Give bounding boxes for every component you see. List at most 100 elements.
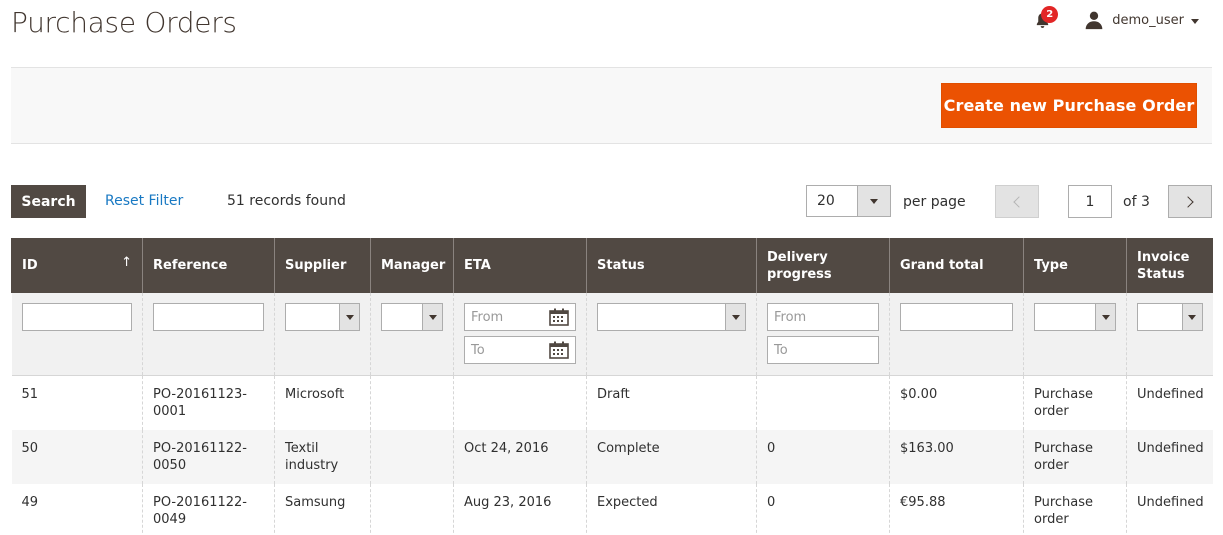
cell-grand-total: $0.00 bbox=[889, 375, 1024, 430]
cell-eta: Aug 23, 2016 bbox=[453, 483, 587, 535]
table-row[interactable]: 50 PO-20161122-0050 Textil industry Oct … bbox=[11, 429, 1213, 484]
cell-delivery-progress bbox=[756, 375, 890, 430]
cell-manager bbox=[370, 429, 454, 484]
eta-to-input[interactable]: To bbox=[464, 336, 576, 364]
user-menu[interactable]: demo_user bbox=[1084, 10, 1199, 30]
cell-grand-total: $163.00 bbox=[889, 429, 1024, 484]
cell-manager bbox=[370, 483, 454, 535]
page-title: Purchase Orders bbox=[11, 6, 237, 39]
delivery-from-input[interactable]: From bbox=[767, 303, 879, 331]
column-header-manager[interactable]: Manager bbox=[370, 238, 454, 293]
cell-invoice-status: Undefined bbox=[1126, 429, 1213, 484]
chevron-right-icon bbox=[1182, 195, 1194, 208]
cell-type: Purchase order bbox=[1023, 429, 1127, 484]
cell-eta: Oct 24, 2016 bbox=[453, 429, 587, 484]
chevron-left-icon bbox=[1013, 195, 1025, 208]
chevron-down-icon bbox=[1188, 314, 1196, 320]
table-row[interactable]: 49 PO-20161122-0049 Samsung Aug 23, 2016… bbox=[11, 483, 1213, 535]
filter-cell bbox=[586, 293, 757, 376]
grand-total-filter-input[interactable] bbox=[900, 303, 1013, 331]
column-header-type[interactable]: Type bbox=[1023, 238, 1127, 293]
sort-ascending-icon: ↑ bbox=[121, 255, 132, 270]
table-header-row: ID ↑ Reference Supplier Manager ETA Statu… bbox=[11, 238, 1213, 293]
cell-supplier: Samsung bbox=[274, 483, 371, 535]
cell-delivery-progress: 0 bbox=[756, 429, 890, 484]
column-header-id[interactable]: ID ↑ bbox=[11, 238, 143, 293]
calendar-icon[interactable] bbox=[549, 341, 569, 359]
eta-from-input[interactable]: From bbox=[464, 303, 576, 331]
previous-page-button[interactable] bbox=[995, 185, 1039, 218]
chevron-down-icon bbox=[1191, 18, 1199, 24]
filter-cell bbox=[1126, 293, 1213, 376]
invoice-status-filter-select[interactable] bbox=[1137, 303, 1203, 331]
column-header-reference[interactable]: Reference bbox=[142, 238, 275, 293]
cell-manager bbox=[370, 375, 454, 430]
column-header-invoice-status[interactable]: Invoice Status bbox=[1126, 238, 1213, 293]
reset-filter-link[interactable]: Reset Filter bbox=[105, 193, 183, 209]
filter-cell bbox=[142, 293, 275, 376]
per-page-value: 20 bbox=[817, 193, 835, 209]
column-header-status[interactable]: Status bbox=[586, 238, 757, 293]
reference-filter-input[interactable] bbox=[153, 303, 264, 331]
grid-toolbar: Search Reset Filter 51 records found 20 … bbox=[11, 185, 1212, 219]
table-row[interactable]: 51 PO-20161123-0001 Microsoft Draft $0.0… bbox=[11, 375, 1213, 430]
notifications-button[interactable]: 2 bbox=[1030, 6, 1059, 32]
supplier-filter-select[interactable] bbox=[285, 303, 360, 331]
per-page-select[interactable]: 20 bbox=[806, 185, 891, 217]
cell-id: 49 bbox=[11, 483, 143, 535]
filter-row: From To From To bbox=[11, 293, 1213, 376]
delivery-from-placeholder: From bbox=[774, 309, 807, 325]
username: demo_user bbox=[1112, 12, 1184, 28]
calendar-icon[interactable] bbox=[549, 308, 569, 326]
cell-status: Expected bbox=[586, 483, 757, 535]
column-header-grand-total[interactable]: Grand total bbox=[889, 238, 1024, 293]
id-filter-input[interactable] bbox=[21, 303, 132, 331]
eta-from-placeholder: From bbox=[471, 309, 504, 325]
notification-count-badge: 2 bbox=[1041, 6, 1059, 23]
cell-status: Draft bbox=[586, 375, 757, 430]
delivery-to-input[interactable]: To bbox=[767, 336, 879, 364]
delivery-to-placeholder: To bbox=[774, 342, 788, 358]
column-header-eta[interactable]: ETA bbox=[453, 238, 587, 293]
cell-type: Purchase order bbox=[1023, 375, 1127, 430]
cell-status: Complete bbox=[586, 429, 757, 484]
filter-cell bbox=[11, 293, 143, 376]
column-header-delivery-progress[interactable]: Delivery progress bbox=[756, 238, 890, 293]
cell-delivery-progress: 0 bbox=[756, 483, 890, 535]
cell-type: Purchase order bbox=[1023, 483, 1127, 535]
search-button[interactable]: Search bbox=[11, 185, 86, 218]
chevron-down-icon bbox=[731, 314, 740, 320]
column-header-supplier[interactable]: Supplier bbox=[274, 238, 371, 293]
cell-supplier: Microsoft bbox=[274, 375, 371, 430]
filter-cell: From To bbox=[756, 293, 890, 376]
status-filter-select[interactable] bbox=[597, 303, 746, 331]
chevron-down-icon bbox=[870, 198, 878, 204]
filter-cell bbox=[889, 293, 1024, 376]
cell-eta bbox=[453, 375, 587, 430]
cell-id: 50 bbox=[11, 429, 143, 484]
manager-filter-select[interactable] bbox=[381, 303, 443, 331]
type-filter-select[interactable] bbox=[1034, 303, 1116, 331]
next-page-button[interactable] bbox=[1168, 185, 1212, 218]
header-actions: 2 demo_user bbox=[1030, 6, 1199, 32]
page-number-input[interactable] bbox=[1068, 185, 1112, 218]
filter-cell bbox=[1023, 293, 1127, 376]
purchase-orders-table: ID ↑ Reference Supplier Manager ETA Statu… bbox=[11, 238, 1213, 535]
chevron-down-icon bbox=[345, 314, 354, 320]
cell-invoice-status: Undefined bbox=[1126, 375, 1213, 430]
cell-grand-total: €95.88 bbox=[889, 483, 1024, 535]
page-total: of 3 bbox=[1123, 194, 1150, 210]
filter-cell: From To bbox=[453, 293, 587, 376]
cell-reference: PO-20161122-0050 bbox=[142, 429, 275, 484]
cell-reference: PO-20161122-0049 bbox=[142, 483, 275, 535]
records-count: 51 records found bbox=[227, 193, 346, 209]
cell-supplier: Textil industry bbox=[274, 429, 371, 484]
column-header-label: ID bbox=[22, 258, 38, 273]
filter-cell bbox=[274, 293, 371, 376]
dropdown-arrow bbox=[857, 186, 890, 216]
create-purchase-order-button[interactable]: Create new Purchase Order bbox=[941, 83, 1197, 128]
filter-cell bbox=[370, 293, 454, 376]
eta-to-placeholder: To bbox=[471, 342, 485, 358]
page-actions-bar: Create new Purchase Order bbox=[11, 67, 1212, 144]
per-page-label: per page bbox=[903, 194, 966, 210]
